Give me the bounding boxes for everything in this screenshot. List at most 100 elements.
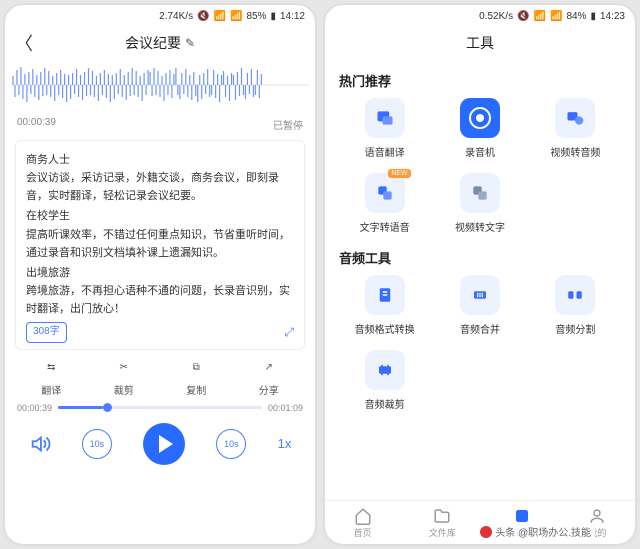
status-bar: 0.52K/s 🔇 📶 📶 84% ▮ 14:23 — [325, 5, 635, 27]
play-button[interactable] — [143, 423, 185, 465]
translate-icon: ⇆ — [41, 358, 61, 378]
tool-label: 音频分割 — [555, 321, 595, 336]
mute-icon: 🔇 — [517, 11, 529, 22]
audio-grid: 音频格式转换 音频合并 音频分割 音频裁剪 — [339, 275, 621, 411]
watermark-avatar — [480, 526, 492, 538]
page-title: 工具 — [325, 27, 635, 57]
header: 〈 会议纪要 ✎ — [5, 27, 315, 59]
progress-thumb[interactable] — [103, 403, 112, 412]
vtt-icon — [460, 173, 500, 213]
tool-label: 文字转语音 — [360, 219, 410, 234]
net-speed: 0.52K/s — [479, 11, 513, 22]
transcript-box[interactable]: 商务人士 会议访谈，采访记录，外籍交谈，商务会议，即刻录音，实时翻译，轻松记录会… — [15, 140, 305, 350]
heading-2: 在校学生 — [26, 207, 294, 225]
para-2: 提高听课效率，不错过任何重点知识，节省重听时间，通过录音和识别文档填补课上遗漏知… — [26, 226, 294, 262]
tool-label: 视频转音频 — [550, 144, 600, 159]
split-icon — [555, 275, 595, 315]
recorder-icon — [460, 98, 500, 138]
tool-label: 裁剪 — [114, 382, 134, 397]
rewind-10s-button[interactable]: 10s — [82, 429, 112, 459]
progress-total: 00:01:09 — [268, 403, 303, 413]
status-bar: 2.74K/s 🔇 📶 📶 85% ▮ 14:12 — [5, 5, 315, 27]
copy-icon: ⧉ — [186, 358, 206, 378]
translate-icon — [365, 98, 405, 138]
left-phone: 2.74K/s 🔇 📶 📶 85% ▮ 14:12 〈 会议纪要 ✎ 00:00… — [5, 5, 315, 544]
tool-label: 复制 — [186, 382, 206, 397]
user-icon — [588, 507, 606, 525]
home-icon — [354, 507, 372, 525]
translate-button[interactable]: ⇆ 翻译 — [41, 358, 61, 397]
signal-icon: 📶 — [550, 11, 562, 22]
play-state: 已暂停 — [273, 117, 303, 132]
convert-icon — [365, 275, 405, 315]
battery-pct: 84% — [566, 11, 586, 22]
tool-label: 音频裁剪 — [365, 396, 405, 411]
meta-row: 00:00:39 已暂停 — [5, 113, 315, 136]
tool-label: 音频合并 — [460, 321, 500, 336]
tool-label: 语音翻译 — [365, 144, 405, 159]
share-button[interactable]: ↗ 分享 — [259, 358, 279, 397]
mute-icon: 🔇 — [197, 11, 209, 22]
forward-10s-button[interactable]: 10s — [216, 429, 246, 459]
player-controls: 10s 10s 1x — [5, 415, 315, 475]
tab-label: 文件库 — [429, 526, 456, 539]
para-3: 跨境旅游，不再担心语种不通的问题，长录音识别，实时翻译，出门放心！ — [26, 282, 294, 318]
section-title: 音频工具 — [339, 248, 621, 267]
wifi-icon: 📶 — [534, 11, 546, 22]
heading-3: 出境旅游 — [26, 264, 294, 282]
crop-icon: ✂ — [114, 358, 134, 378]
action-row: ⇆ 翻译 ✂ 裁剪 ⧉ 复制 ↗ 分享 — [5, 350, 315, 401]
edit-icon[interactable]: ✎ — [185, 36, 195, 50]
watermark-text: 头条 @职场办公.技能 — [495, 524, 591, 539]
crop-button[interactable]: ✂ 裁剪 — [114, 358, 134, 397]
expand-icon[interactable]: ⤢ — [284, 323, 294, 343]
tool-audio-split[interactable]: 音频分割 — [530, 275, 621, 336]
volume-icon[interactable] — [29, 433, 51, 455]
progress-bar[interactable] — [58, 406, 262, 409]
tool-voice-translate[interactable]: 语音翻译 — [339, 98, 430, 159]
waveform[interactable] — [11, 61, 309, 109]
tts-icon: NEW — [365, 173, 405, 213]
battery-icon: ▮ — [270, 11, 276, 22]
share-icon: ↗ — [259, 358, 279, 378]
tab-label: 首页 — [354, 526, 372, 539]
para-1: 会议访谈，采访记录，外籍交谈，商务会议，即刻录音，实时翻译，轻松记录会议纪要。 — [26, 169, 294, 205]
page-title: 会议纪要 — [125, 33, 181, 53]
progress-current: 00:00:39 — [17, 403, 52, 413]
merge-icon — [460, 275, 500, 315]
tool-audio-crop[interactable]: 音频裁剪 — [339, 350, 430, 411]
battery-icon: ▮ — [590, 11, 596, 22]
tool-label: 音频格式转换 — [355, 321, 415, 336]
tool-text-to-speech[interactable]: NEW 文字转语音 — [339, 173, 430, 234]
section-audio: 音频工具 音频格式转换 音频合并 音频分割 音频裁剪 — [325, 234, 635, 411]
speed-button[interactable]: 1x — [278, 436, 292, 451]
section-title: 热门推荐 — [339, 71, 621, 90]
section-hot: 热门推荐 语音翻译 录音机 视频转音频 NEW 文字转语音 — [325, 57, 635, 234]
progress-row: 00:00:39 00:01:09 — [5, 401, 315, 415]
tab-home[interactable]: 首页 — [354, 507, 372, 539]
back-icon[interactable]: 〈 — [15, 30, 33, 56]
watermark: 头条 @职场办公.技能 — [476, 523, 595, 540]
battery-pct: 85% — [246, 11, 266, 22]
new-badge: NEW — [388, 169, 410, 178]
tool-video-to-text[interactable]: 视频转文字 — [434, 173, 525, 234]
word-count-badge: 308字 — [26, 322, 67, 343]
tool-video-to-audio[interactable]: 视频转音频 — [530, 98, 621, 159]
folder-icon — [433, 507, 451, 525]
tab-files[interactable]: 文件库 — [429, 507, 456, 539]
clock: 14:12 — [280, 11, 305, 22]
video-audio-icon — [555, 98, 595, 138]
copy-button[interactable]: ⧉ 复制 — [186, 358, 206, 397]
wifi-icon: 📶 — [214, 11, 226, 22]
tool-recorder[interactable]: 录音机 — [434, 98, 525, 159]
tool-audio-convert[interactable]: 音频格式转换 — [339, 275, 430, 336]
tools-icon — [513, 507, 531, 525]
hot-grid: 语音翻译 录音机 视频转音频 NEW 文字转语音 视频转文字 — [339, 98, 621, 234]
audio-crop-icon — [365, 350, 405, 390]
tool-label: 分享 — [259, 382, 279, 397]
tool-label: 视频转文字 — [455, 219, 505, 234]
right-phone: 0.52K/s 🔇 📶 📶 84% ▮ 14:23 工具 热门推荐 语音翻译 录… — [325, 5, 635, 544]
tool-audio-merge[interactable]: 音频合并 — [434, 275, 525, 336]
clock: 14:23 — [600, 11, 625, 22]
tools-body: 热门推荐 语音翻译 录音机 视频转音频 NEW 文字转语音 — [325, 57, 635, 500]
